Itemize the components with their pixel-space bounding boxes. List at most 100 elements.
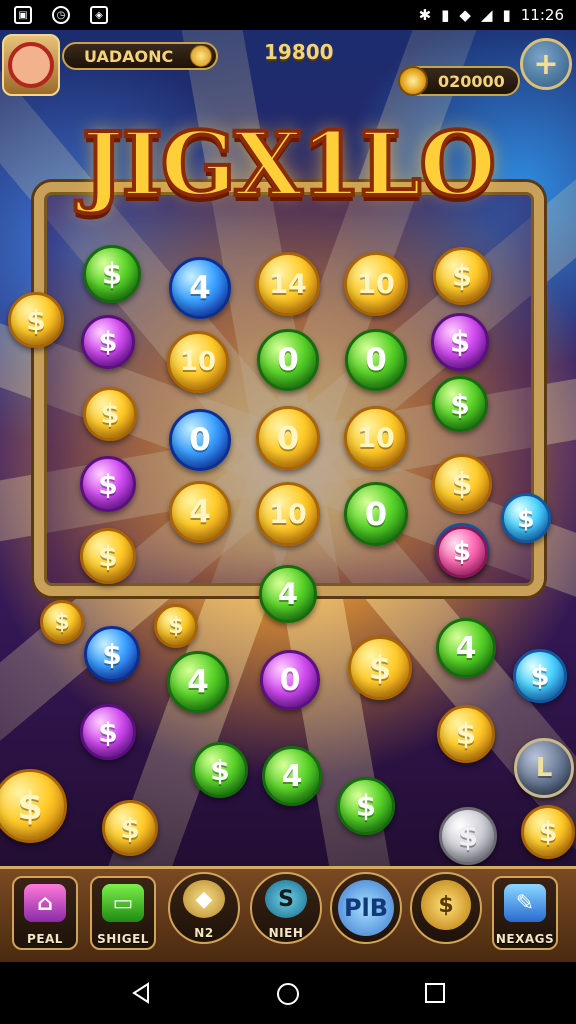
player-name: UADAONC (84, 46, 174, 66)
coin-label: $ (450, 387, 470, 421)
card-icon: ▭ (102, 884, 144, 922)
falling-coin[interactable]: $ (337, 777, 395, 835)
coin-label: 4 (455, 630, 477, 666)
falling-coin[interactable]: $ (80, 704, 136, 760)
falling-coin[interactable]: $ (102, 800, 158, 856)
coin-icon (398, 66, 428, 96)
falling-coin[interactable]: 0 (260, 650, 320, 710)
falling-coin[interactable]: $ (84, 626, 140, 682)
coin-label: $ (102, 637, 122, 671)
coin-label: $ (452, 537, 472, 567)
refresh-icon: S (265, 880, 307, 918)
coin-label: 0 (279, 662, 301, 698)
coin-label: $ (26, 303, 46, 337)
player-name-bar: UADAONC (62, 42, 218, 70)
status-time: 11:26 (520, 6, 564, 24)
falling-coin[interactable]: 4 (167, 651, 229, 713)
falling-coin[interactable]: $ (192, 742, 248, 798)
board-coin[interactable]: 0 (345, 329, 407, 391)
coin-label: $ (517, 503, 535, 533)
coin-label: 10 (357, 268, 395, 300)
board-coin[interactable]: 10 (167, 331, 229, 393)
coin-label: $ (120, 811, 140, 845)
coin-label: $ (98, 539, 118, 573)
falling-coin[interactable]: $ (348, 636, 412, 700)
coin-label: $ (457, 819, 479, 853)
battery-icon: ▮ (502, 6, 511, 24)
shield-icon: ◈ (90, 6, 108, 24)
board-coin[interactable]: $ (80, 528, 136, 584)
coin-label: $ (54, 609, 70, 635)
bottom-button-peal[interactable]: ⌂ PEAL (12, 876, 78, 950)
coin-label: 10 (269, 498, 307, 530)
bluetooth-icon: ✱ (418, 6, 432, 24)
side-button[interactable]: L (514, 738, 574, 798)
add-coins-button[interactable]: + (520, 38, 572, 90)
recents-icon[interactable] (424, 982, 446, 1004)
board-coin[interactable]: 10 (256, 482, 320, 546)
board-coin[interactable]: 4 (169, 257, 231, 319)
falling-coin[interactable]: $ (437, 705, 495, 763)
score-display: 19800 (264, 40, 334, 64)
falling-coin[interactable]: $ (501, 493, 551, 543)
signal-icon: ◢ (480, 6, 493, 24)
coin-label: $ (368, 649, 392, 687)
plb-icon: PlB (338, 880, 394, 936)
coin-label: $ (451, 466, 473, 502)
coin-count: 020000 (438, 71, 505, 91)
coin-label: 0 (189, 422, 211, 458)
coin-label: $ (451, 259, 473, 293)
board-coin[interactable]: $ (432, 376, 488, 432)
board-coin[interactable]: 0 (169, 409, 231, 471)
coin-label: 4 (189, 270, 211, 306)
coin-label: $ (101, 257, 123, 291)
board-coin[interactable]: 14 (256, 252, 320, 316)
falling-coin[interactable]: 4 (262, 746, 322, 806)
player-avatar[interactable] (2, 34, 60, 96)
gem-icon: ◆ (183, 880, 225, 918)
falling-coin[interactable]: $ (439, 807, 497, 865)
board-coin[interactable]: $ (431, 313, 489, 371)
coin-label: $ (100, 398, 120, 430)
board-coin[interactable]: $ (83, 387, 137, 441)
bottom-button-nexags[interactable]: ✎ NEXAGS (492, 876, 558, 950)
falling-coin[interactable]: $ (436, 526, 488, 578)
pen-icon: ✎ (504, 884, 546, 922)
board-coin[interactable]: $ (83, 245, 141, 303)
board-coin[interactable]: 10 (344, 252, 408, 316)
vibrate-icon: ▮ (441, 6, 450, 24)
coin-label: $ (210, 753, 230, 787)
board-coin[interactable]: 10 (344, 406, 408, 470)
coin-label: 4 (281, 758, 303, 794)
board-coin[interactable]: $ (81, 315, 135, 369)
falling-coin[interactable]: $ (513, 649, 567, 703)
falling-coin[interactable]: $ (8, 292, 64, 348)
bottom-button-shigel[interactable]: ▭ SHIGEL (90, 876, 156, 950)
falling-coin[interactable]: $ (40, 600, 84, 644)
coin-label: 4 (189, 494, 211, 530)
board-coin[interactable]: $ (432, 454, 492, 514)
game-title: JIGX1LO (80, 110, 498, 218)
board-coin[interactable]: 0 (256, 406, 320, 470)
bottom-button-plb[interactable]: PlB (330, 872, 402, 944)
coin-label: $ (530, 660, 550, 692)
falling-coin[interactable]: 4 (436, 618, 496, 678)
coin-label: 4 (187, 664, 209, 700)
back-icon[interactable] (130, 982, 152, 1004)
board-coin[interactable]: $ (80, 456, 136, 512)
board-coin[interactable]: 4 (169, 481, 231, 543)
falling-coin[interactable]: $ (521, 805, 575, 859)
coin-label: 10 (179, 347, 217, 377)
bottom-button-nieh[interactable]: S NIEH (250, 872, 322, 944)
coin-balance: 020000 (398, 66, 520, 96)
board-coin[interactable]: 0 (344, 482, 408, 546)
coin-label: $ (98, 467, 118, 501)
bottom-button-n2[interactable]: ◆ N2 (168, 872, 240, 944)
board-coin[interactable]: 4 (259, 565, 317, 623)
home-icon[interactable] (276, 982, 300, 1006)
coin-label: $ (455, 717, 477, 751)
falling-coin[interactable]: $ (154, 604, 198, 648)
bottom-button-gold[interactable]: $ (410, 872, 482, 944)
board-coin[interactable]: 0 (257, 329, 319, 391)
board-coin[interactable]: $ (433, 247, 491, 305)
